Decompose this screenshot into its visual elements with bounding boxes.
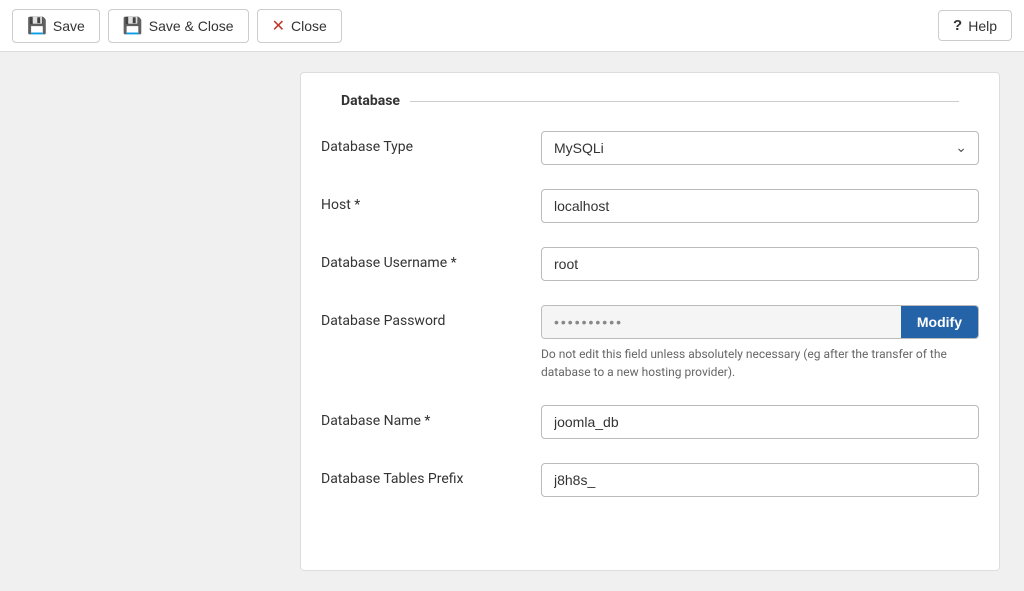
section-header: Database (321, 93, 979, 109)
form-row-db-name: Database Name * (301, 393, 999, 451)
db-name-input[interactable] (541, 405, 979, 439)
save-close-button[interactable]: 💾 Save & Close (108, 9, 249, 43)
main-content: Database Database Type MySQLi MySQL Post… (0, 52, 1024, 591)
form-row-database-type: Database Type MySQLi MySQL PostgreSQL ⌄ (301, 119, 999, 177)
username-input[interactable] (541, 247, 979, 281)
save-close-label: Save & Close (149, 18, 234, 34)
password-label: Database Password (321, 305, 521, 329)
close-button[interactable]: ✕ Close (257, 9, 342, 43)
save-label: Save (53, 18, 85, 34)
help-icon: ? (953, 17, 962, 34)
toolbar-right: ? Help (938, 10, 1012, 41)
db-prefix-label: Database Tables Prefix (321, 463, 521, 487)
password-input[interactable] (542, 306, 901, 338)
toolbar-left: 💾 Save 💾 Save & Close ✕ Close (12, 9, 342, 43)
save-button[interactable]: 💾 Save (12, 9, 100, 43)
form-row-host: Host * (301, 177, 999, 235)
password-group: Modify (541, 305, 979, 339)
section-title: Database (341, 93, 410, 109)
db-name-wrap (541, 405, 979, 439)
password-hint: Do not edit this field unless absolutely… (541, 345, 979, 381)
close-icon: ✕ (272, 16, 285, 36)
database-type-select-wrapper: MySQLi MySQL PostgreSQL ⌄ (541, 131, 979, 165)
db-name-label: Database Name * (321, 405, 521, 429)
db-prefix-wrap (541, 463, 979, 497)
toolbar: 💾 Save 💾 Save & Close ✕ Close ? Help (0, 0, 1024, 52)
sidebar-spacer (20, 72, 300, 571)
form-row-username: Database Username * (301, 235, 999, 293)
help-label: Help (968, 18, 997, 34)
save-icon: 💾 (27, 16, 47, 36)
database-type-label: Database Type (321, 131, 521, 155)
username-wrap (541, 247, 979, 281)
host-label: Host * (321, 189, 521, 213)
modify-button[interactable]: Modify (901, 306, 978, 338)
form-row-db-prefix: Database Tables Prefix (301, 451, 999, 509)
database-type-select[interactable]: MySQLi MySQL PostgreSQL (541, 131, 979, 165)
database-type-wrap: MySQLi MySQL PostgreSQL ⌄ (541, 131, 979, 165)
db-prefix-input[interactable] (541, 463, 979, 497)
save-close-icon: 💾 (123, 16, 143, 36)
password-wrap: Modify Do not edit this field unless abs… (541, 305, 979, 381)
username-label: Database Username * (321, 247, 521, 271)
host-wrap (541, 189, 979, 223)
host-input[interactable] (541, 189, 979, 223)
form-panel: Database Database Type MySQLi MySQL Post… (300, 72, 1000, 571)
form-row-password: Database Password Modify Do not edit thi… (301, 293, 999, 393)
close-label: Close (291, 18, 327, 34)
help-button[interactable]: ? Help (938, 10, 1012, 41)
